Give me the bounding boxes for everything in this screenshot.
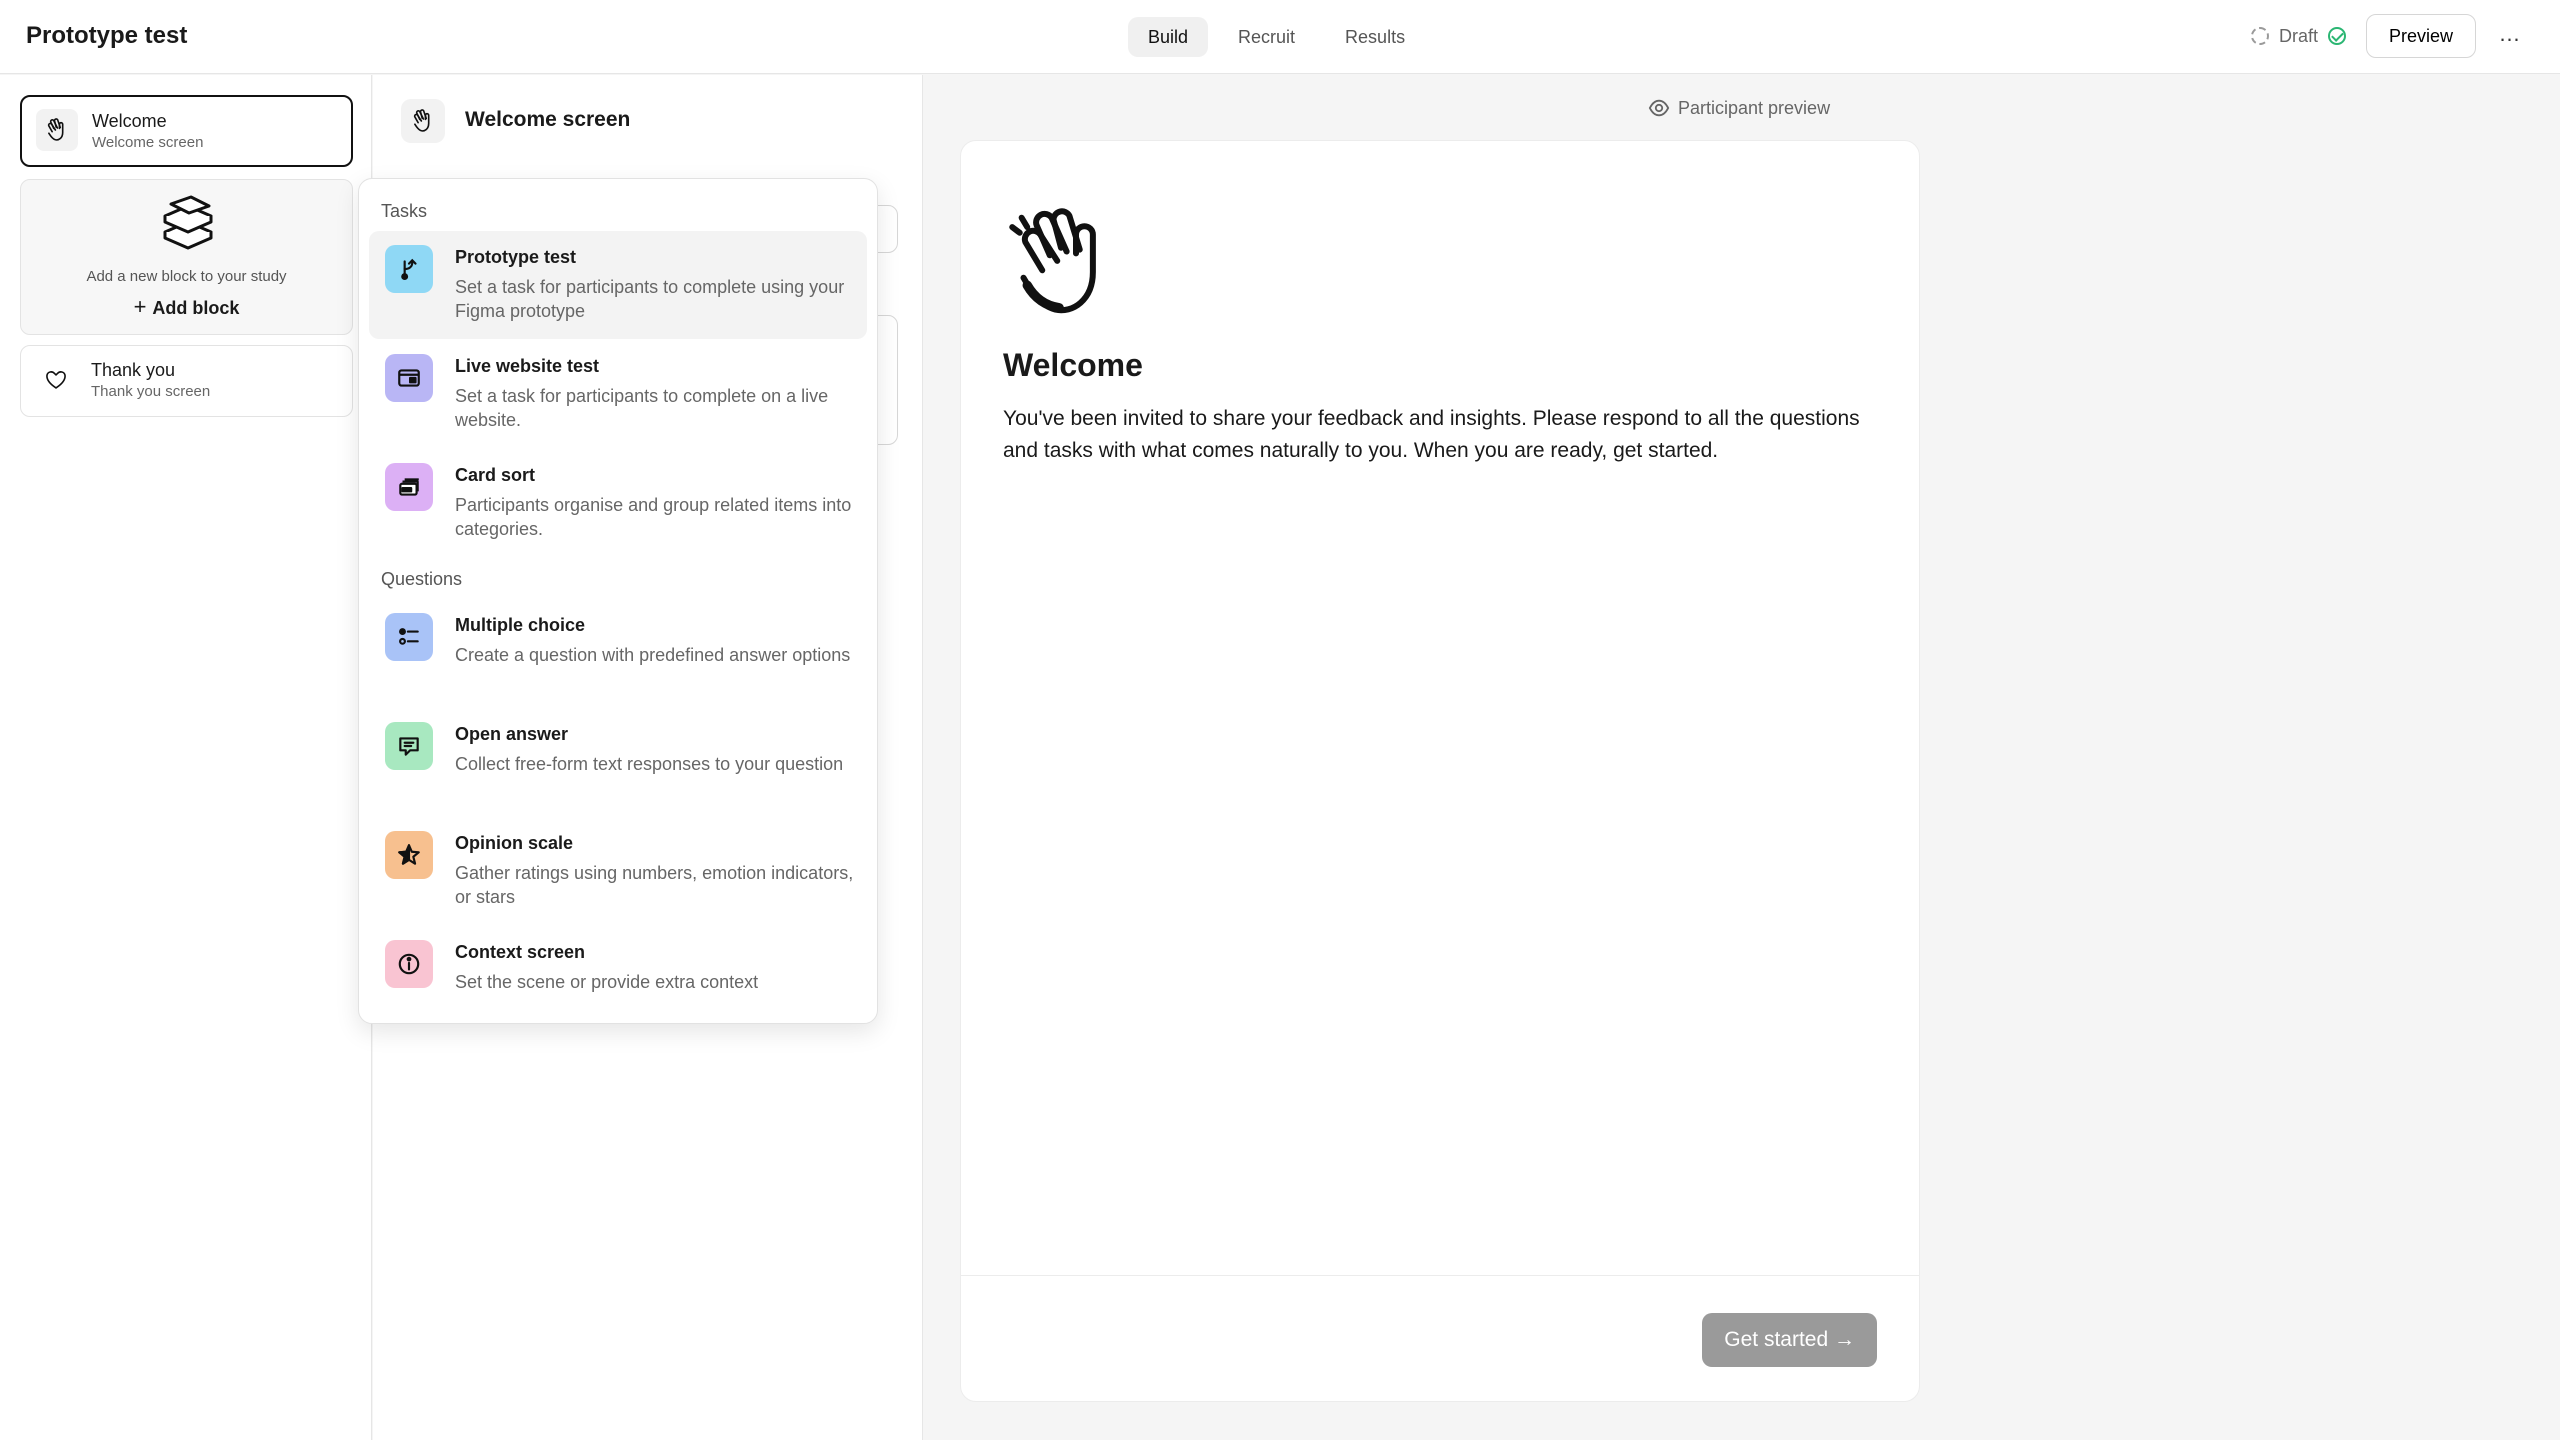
menu-item-description: Create a question with predefined answer… [455, 645, 851, 665]
preview-body-text: You've been invited to share your feedba… [1003, 407, 1860, 462]
menu-item-title: Live website test [455, 356, 600, 376]
menu-item-title: Multiple choice [455, 615, 586, 635]
more-options-button[interactable]: … [2488, 14, 2532, 58]
card-divider [961, 1275, 1919, 1276]
add-block-hint: Add a new block to your study [86, 268, 287, 285]
browser-icon [385, 354, 433, 402]
add-block-menu: Tasks Prototype test Set a task for part… [358, 178, 878, 1024]
menu-item-title: Card sort [455, 465, 536, 485]
saved-check-icon [2327, 27, 2346, 45]
menu-item-description: Participants organise and group related … [455, 495, 852, 539]
participant-preview-label: Participant preview [1648, 97, 1830, 119]
block-subtitle: Thank you screen [91, 383, 211, 400]
status-indicator: Draft [2250, 25, 2346, 47]
menu-item-title: Open answer [455, 724, 569, 744]
heart-hand-icon [35, 358, 77, 400]
menu-item-opinion-scale[interactable]: Opinion scale Gather ratings using numbe… [369, 817, 867, 925]
study-title: Prototype test [26, 22, 188, 49]
block-title: Thank you [91, 360, 176, 380]
status-label: Draft [2278, 25, 2318, 46]
participant-preview-text: Participant preview [1678, 97, 1831, 118]
top-bar: Prototype test Build Recruit Results Dra… [0, 0, 2560, 74]
menu-item-description: Set a task for participants to complete … [455, 386, 829, 430]
menu-item-description: Gather ratings using numbers, emotion in… [455, 863, 854, 907]
add-block-button[interactable]: + Add block [21, 294, 352, 320]
menu-section-tasks: Tasks [381, 201, 428, 221]
block-title: Welcome [92, 111, 167, 131]
menu-item-open-answer[interactable]: Open answer Collect free-form text respo… [369, 708, 867, 816]
preview-heading: Welcome [1003, 347, 1143, 383]
menu-item-description: Set the scene or provide extra context [455, 972, 759, 992]
eye-icon [1648, 99, 1670, 117]
add-block-card[interactable]: Add a new block to your study + Add block [20, 179, 353, 335]
menu-item-prototype-test[interactable]: Prototype test Set a task for participan… [369, 231, 867, 339]
menu-item-title: Prototype test [455, 247, 577, 267]
info-icon [385, 940, 433, 988]
add-block-label: Add block [152, 298, 240, 318]
block-subtitle: Welcome screen [92, 134, 204, 151]
block-list-panel: Welcome Welcome screen Add a new block t… [0, 75, 372, 1440]
prototype-icon [385, 245, 433, 293]
menu-section-questions: Questions [381, 569, 463, 589]
tab-recruit[interactable]: Recruit [1218, 17, 1315, 57]
tab-build[interactable]: Build [1128, 17, 1209, 57]
menu-item-card-sort[interactable]: Card sort Participants organise and grou… [369, 449, 867, 557]
menu-item-title: Opinion scale [455, 833, 574, 853]
menu-item-description: Set a task for participants to complete … [455, 277, 845, 321]
menu-item-title: Context screen [455, 942, 586, 962]
menu-item-description: Collect free-form text responses to your… [455, 754, 844, 774]
block-card-welcome[interactable]: Welcome Welcome screen [20, 95, 353, 167]
participant-preview-card: Welcome You've been invited to share you… [960, 140, 1920, 1402]
hand-wave-icon [36, 109, 78, 151]
hand-wave-icon [401, 99, 445, 143]
menu-item-context-screen[interactable]: Context screen Set the scene or provide … [369, 926, 867, 1012]
cards-icon [385, 463, 433, 511]
menu-item-live-website-test[interactable]: Live website test Set a task for partici… [369, 340, 867, 448]
list-icon [385, 613, 433, 661]
mode-tabs: Build Recruit Results [1128, 17, 1425, 57]
preview-button[interactable]: Preview [2365, 14, 2476, 58]
header-actions: Draft Preview … [2250, 14, 2532, 58]
draft-status-icon [2250, 27, 2269, 45]
stacked-blocks-icon [163, 195, 213, 250]
tab-results[interactable]: Results [1325, 17, 1425, 57]
waving-hand-illustration [1009, 208, 1096, 314]
star-icon [385, 831, 433, 879]
block-card-thank-you[interactable]: Thank you Thank you screen [20, 345, 353, 417]
menu-item-multiple-choice[interactable]: Multiple choice Create a question with p… [369, 599, 867, 707]
editor-title: Welcome screen [465, 108, 631, 131]
get-started-button[interactable]: Get started → [1702, 1313, 1877, 1367]
chat-icon [385, 722, 433, 770]
plus-icon: + [133, 294, 147, 319]
